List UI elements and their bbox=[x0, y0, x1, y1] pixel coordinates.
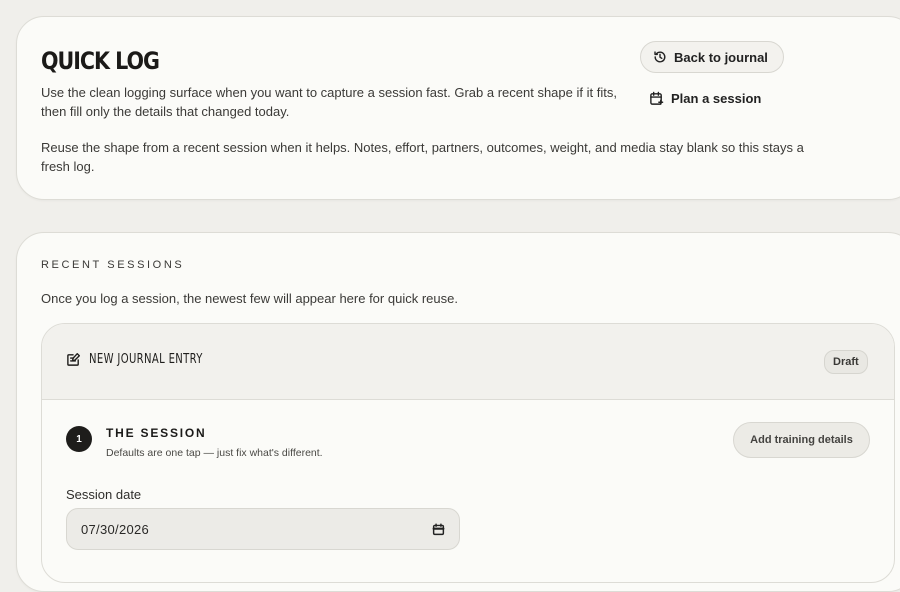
journal-entry-form: NEW JOURNAL ENTRY Draft 1 THE SESSION De… bbox=[41, 323, 895, 583]
reuse-note: Reuse the shape from a recent session wh… bbox=[41, 140, 804, 174]
session-date-input[interactable]: 07/30/2026 bbox=[66, 508, 460, 550]
calendar-plus-icon bbox=[649, 91, 664, 106]
add-training-details-button[interactable]: Add training details bbox=[733, 422, 870, 458]
quick-log-card: QUICK LOG Use the clean logging surface … bbox=[16, 16, 900, 200]
recent-sessions-heading: RECENT SESSIONS bbox=[41, 259, 185, 271]
step-subtitle: Defaults are one tap — just fix what's d… bbox=[106, 447, 323, 459]
edit-note-icon bbox=[66, 352, 81, 367]
plan-session-label: Plan a session bbox=[671, 90, 762, 106]
status-badge: Draft bbox=[824, 350, 868, 374]
entry-header: NEW JOURNAL ENTRY Draft bbox=[42, 324, 894, 400]
session-date-value: 07/30/2026 bbox=[81, 521, 150, 537]
plan-session-button[interactable]: Plan a session bbox=[649, 87, 761, 109]
step-number: 1 bbox=[66, 426, 92, 452]
recent-sessions-card: RECENT SESSIONS Once you log a session, … bbox=[16, 232, 900, 592]
history-icon bbox=[653, 50, 667, 64]
intro-text: Use the clean logging surface when you w… bbox=[41, 85, 617, 119]
page-title: QUICK LOG bbox=[41, 47, 160, 75]
entry-title: NEW JOURNAL ENTRY bbox=[66, 352, 221, 367]
step-title: THE SESSION bbox=[106, 426, 207, 440]
back-to-journal-label: Back to journal bbox=[674, 49, 768, 65]
recent-sessions-description: Once you log a session, the newest few w… bbox=[41, 291, 458, 306]
back-to-journal-button[interactable]: Back to journal bbox=[640, 41, 784, 73]
entry-title-text: NEW JOURNAL ENTRY bbox=[89, 352, 203, 367]
session-date-label: Session date bbox=[66, 487, 142, 502]
calendar-icon[interactable] bbox=[432, 522, 445, 536]
